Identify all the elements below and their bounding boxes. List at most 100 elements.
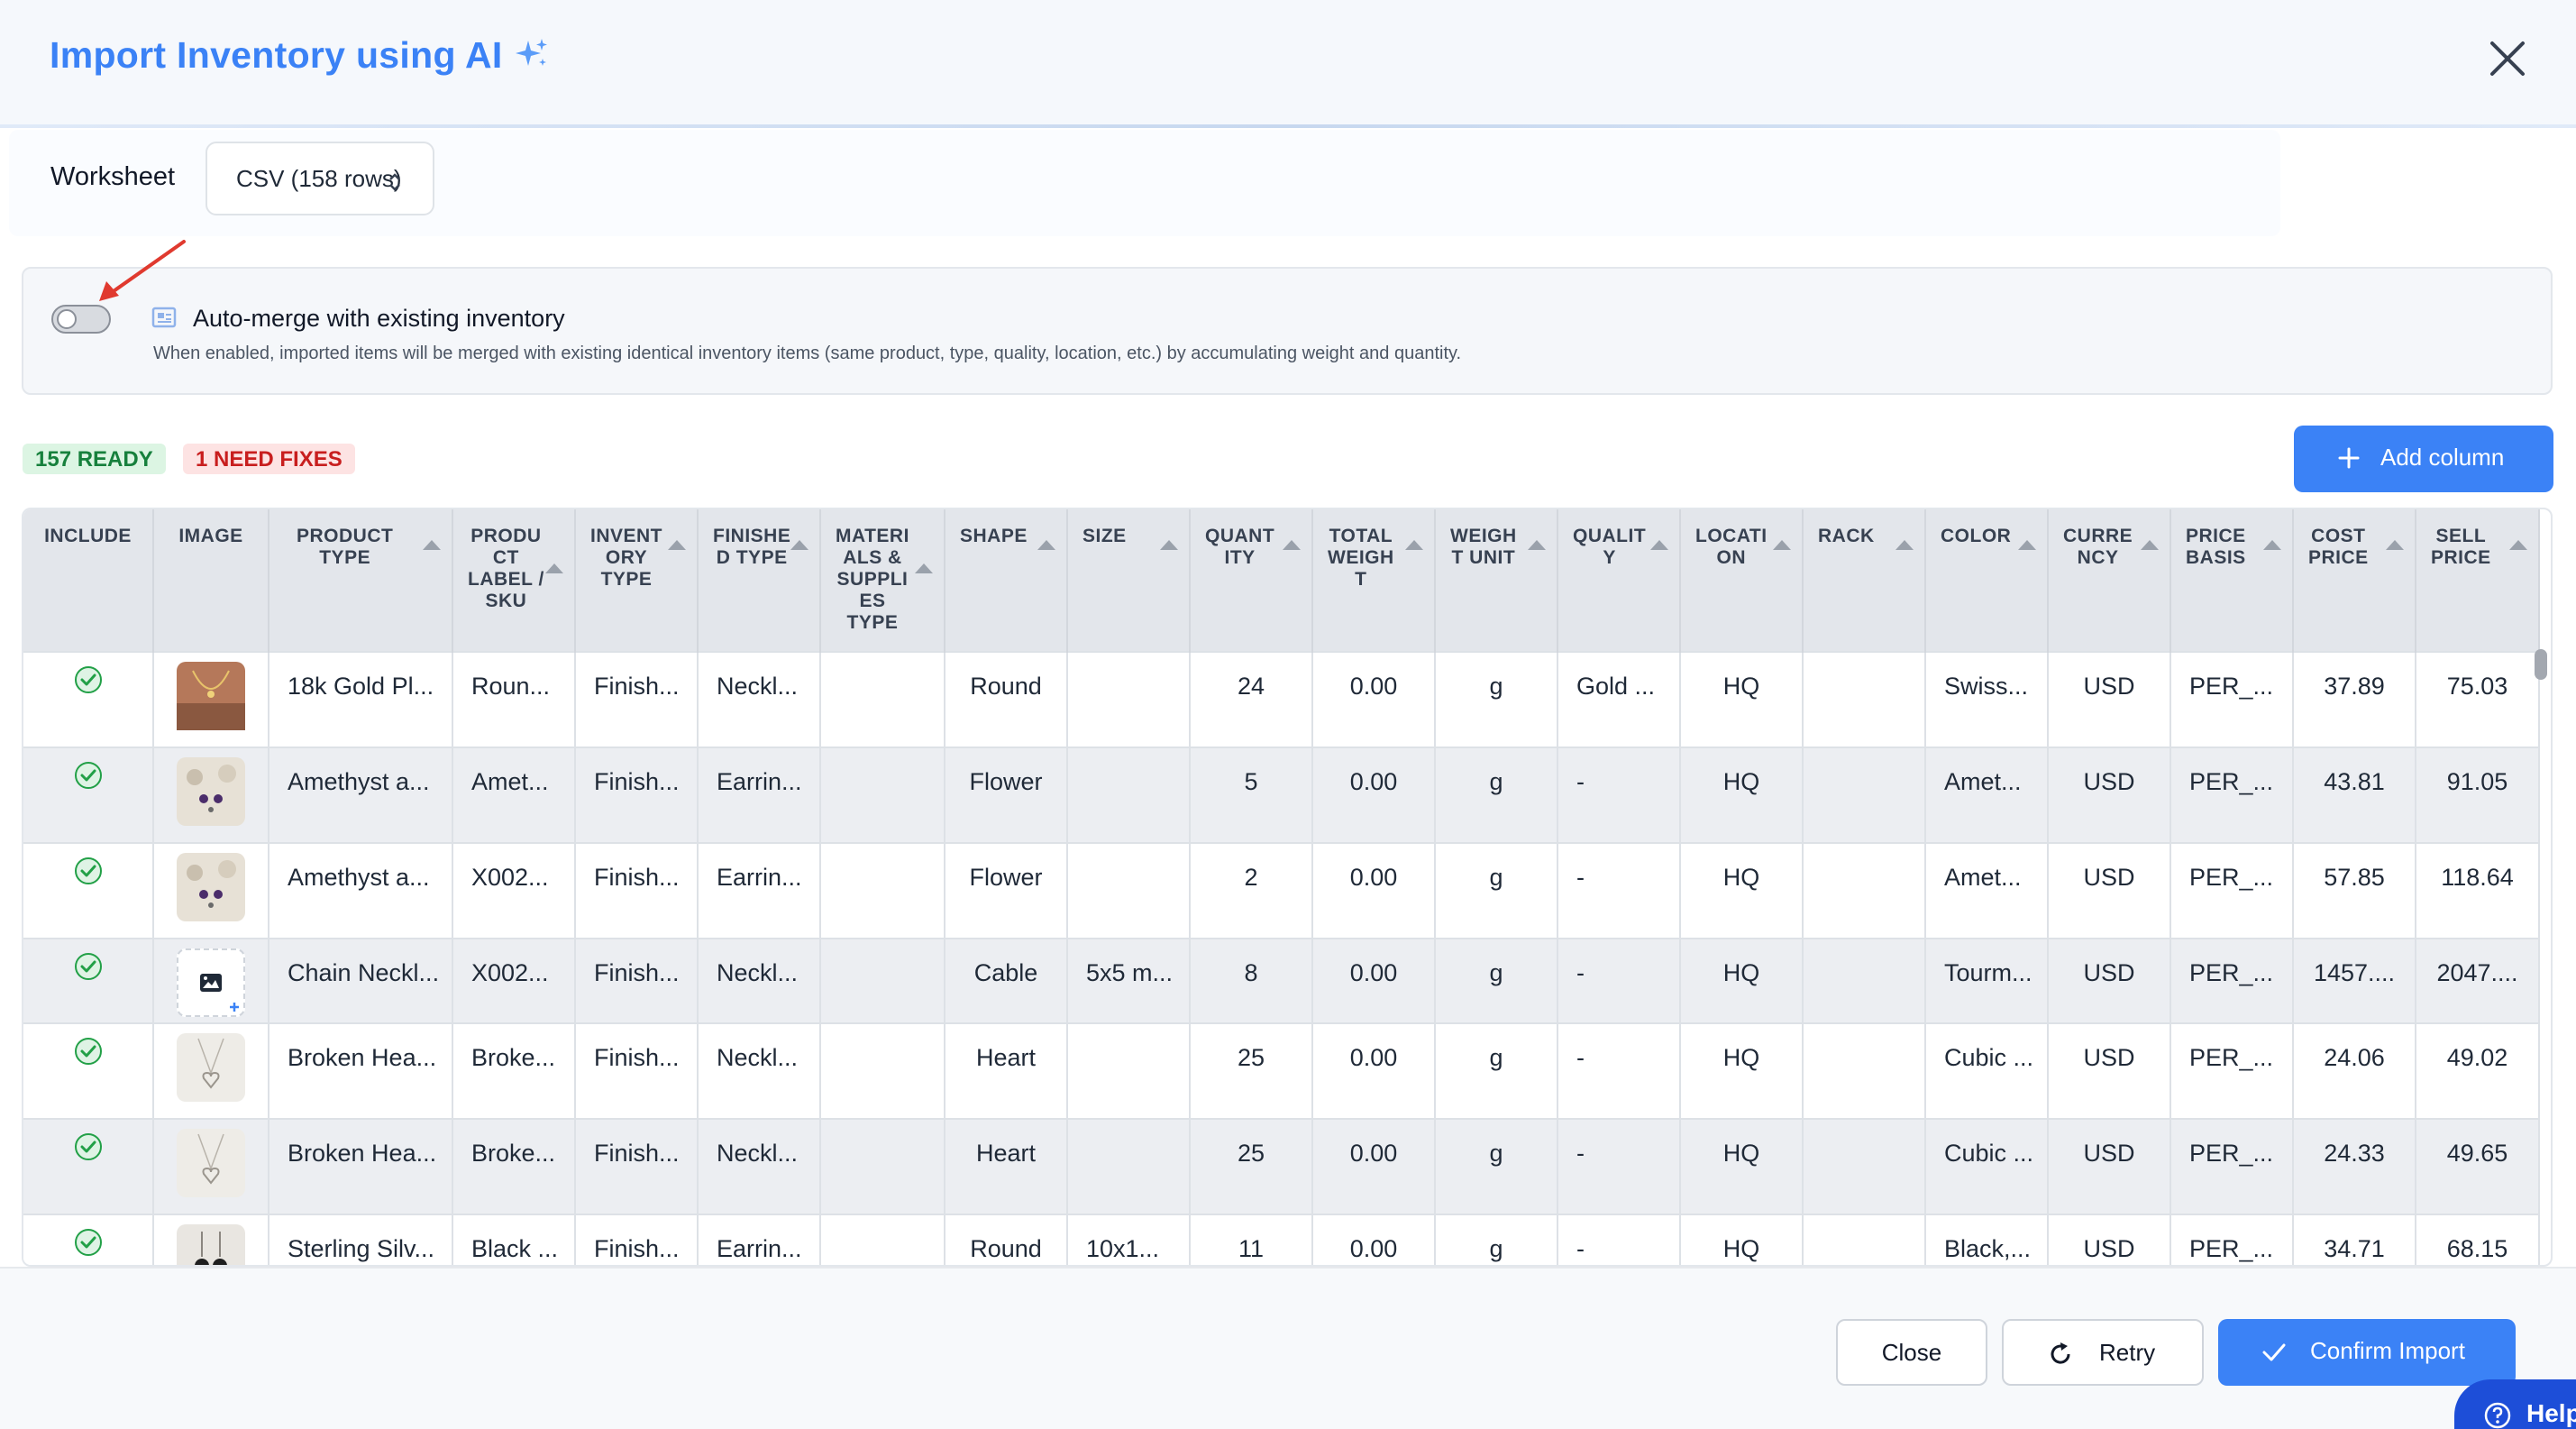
cell-total-weight[interactable]: 0.00 bbox=[1312, 938, 1436, 1023]
cell-finished-type[interactable]: Neckl... bbox=[698, 1118, 821, 1214]
cell-color[interactable]: Swiss... bbox=[1925, 651, 2049, 747]
cell-sku[interactable]: X002... bbox=[452, 938, 576, 1023]
column-header[interactable]: RACK bbox=[1803, 509, 1926, 652]
cell-size[interactable]: 10x1... bbox=[1067, 1214, 1191, 1265]
cell-quality[interactable]: - bbox=[1557, 747, 1681, 843]
image-cell[interactable] bbox=[153, 747, 269, 843]
sort-arrow-icon[interactable] bbox=[790, 540, 808, 550]
cell-materials[interactable] bbox=[820, 1022, 945, 1119]
table-row[interactable]: 18k Gold Pl... Roun... Finish... Neckl... Ro… bbox=[23, 651, 2540, 747]
cell-weight-unit[interactable]: g bbox=[1435, 1022, 1558, 1119]
cell-rack[interactable] bbox=[1803, 651, 1926, 747]
cell-size[interactable] bbox=[1067, 1118, 1191, 1214]
worksheet-select[interactable]: CSV (158 rows) bbox=[206, 142, 434, 215]
cell-finished-type[interactable]: Neckl... bbox=[698, 1022, 821, 1119]
cell-sku[interactable]: Black ... bbox=[452, 1214, 576, 1265]
cell-inventory-type[interactable]: Finish... bbox=[575, 1214, 699, 1265]
image-cell[interactable] bbox=[153, 1118, 269, 1214]
cell-weight-unit[interactable]: g bbox=[1435, 842, 1558, 939]
column-header[interactable]: PRICE BASIS bbox=[2170, 509, 2294, 652]
column-header[interactable]: SELL PRICE bbox=[2416, 509, 2540, 652]
cell-shape[interactable]: Flower bbox=[945, 747, 1068, 843]
sort-arrow-icon[interactable] bbox=[915, 563, 933, 573]
cell-cost-price[interactable]: 24.06 bbox=[2293, 1022, 2416, 1119]
cell-color[interactable]: Black,... bbox=[1925, 1214, 2049, 1265]
cell-cost-price[interactable]: 34.71 bbox=[2293, 1214, 2416, 1265]
image-cell[interactable] bbox=[153, 938, 269, 1023]
cell-color[interactable]: Cubic ... bbox=[1925, 1118, 2049, 1214]
cell-rack[interactable] bbox=[1803, 1214, 1926, 1265]
cell-quality[interactable]: Gold ... bbox=[1557, 651, 1681, 747]
table-row[interactable]: Amethyst a... Amet... Finish... Earrin... Fl… bbox=[23, 747, 2540, 843]
cell-currency[interactable]: USD bbox=[2048, 938, 2171, 1023]
column-header[interactable]: COST PRICE bbox=[2293, 509, 2416, 652]
cell-sku[interactable]: Amet... bbox=[452, 747, 576, 843]
cell-materials[interactable] bbox=[820, 1214, 945, 1265]
cell-quantity[interactable]: 25 bbox=[1190, 1118, 1313, 1214]
column-header[interactable]: PRODUCT TYPE bbox=[269, 509, 453, 652]
need-fixes-badge[interactable]: 1 NEED FIXES bbox=[183, 444, 355, 474]
cell-weight-unit[interactable]: g bbox=[1435, 938, 1558, 1023]
product-thumbnail[interactable] bbox=[177, 1224, 245, 1265]
cell-color[interactable]: Amet... bbox=[1925, 747, 2049, 843]
column-header[interactable]: SHAPE bbox=[945, 509, 1068, 652]
cell-quality[interactable]: - bbox=[1557, 1022, 1681, 1119]
image-cell[interactable] bbox=[153, 1214, 269, 1265]
cell-rack[interactable] bbox=[1803, 1118, 1926, 1214]
cell-product-type[interactable]: 18k Gold Pl... bbox=[269, 651, 453, 747]
cell-materials[interactable] bbox=[820, 747, 945, 843]
check-circle-icon[interactable] bbox=[74, 1037, 103, 1066]
sort-arrow-icon[interactable] bbox=[1037, 540, 1055, 550]
cell-location[interactable]: HQ bbox=[1680, 747, 1804, 843]
cell-finished-type[interactable]: Earrin... bbox=[698, 747, 821, 843]
include-cell[interactable] bbox=[23, 651, 154, 747]
column-header[interactable]: CURRE NCY bbox=[2048, 509, 2171, 652]
cell-location[interactable]: HQ bbox=[1680, 842, 1804, 939]
cell-weight-unit[interactable]: g bbox=[1435, 1118, 1558, 1214]
cell-size[interactable]: 5x5 m... bbox=[1067, 938, 1191, 1023]
check-circle-icon[interactable] bbox=[74, 856, 103, 885]
cell-inventory-type[interactable]: Finish... bbox=[575, 1118, 699, 1214]
cell-currency[interactable]: USD bbox=[2048, 842, 2171, 939]
sort-arrow-icon[interactable] bbox=[2509, 540, 2527, 550]
column-header[interactable]: INVENT ORY TYPE bbox=[575, 509, 699, 652]
sort-arrow-icon[interactable] bbox=[1405, 540, 1423, 550]
sort-arrow-icon[interactable] bbox=[1650, 540, 1668, 550]
cell-sell-price[interactable]: 75.03 bbox=[2416, 651, 2540, 747]
cell-price-basis[interactable]: PER_... bbox=[2170, 842, 2294, 939]
sort-arrow-icon[interactable] bbox=[668, 540, 686, 550]
cell-finished-type[interactable]: Neckl... bbox=[698, 938, 821, 1023]
column-header[interactable]: SIZE bbox=[1067, 509, 1191, 652]
sort-arrow-icon[interactable] bbox=[1895, 540, 1914, 550]
column-header[interactable]: LOCATI ON bbox=[1680, 509, 1804, 652]
product-thumbnail[interactable] bbox=[177, 757, 245, 826]
image-cell[interactable] bbox=[153, 842, 269, 939]
cell-sku[interactable]: Broke... bbox=[452, 1022, 576, 1119]
sort-arrow-icon[interactable] bbox=[1528, 540, 1546, 550]
cell-price-basis[interactable]: PER_... bbox=[2170, 1214, 2294, 1265]
cell-shape[interactable]: Cable bbox=[945, 938, 1068, 1023]
check-circle-icon[interactable] bbox=[74, 1228, 103, 1257]
table-row[interactable]: Broken Hea... Broke... Finish... Neckl... He… bbox=[23, 1022, 2540, 1119]
cell-inventory-type[interactable]: Finish... bbox=[575, 938, 699, 1023]
cell-sell-price[interactable]: 49.02 bbox=[2416, 1022, 2540, 1119]
cell-materials[interactable] bbox=[820, 651, 945, 747]
cell-sell-price[interactable]: 49.65 bbox=[2416, 1118, 2540, 1214]
cell-quantity[interactable]: 2 bbox=[1190, 842, 1313, 939]
include-cell[interactable] bbox=[23, 1118, 154, 1214]
close-button[interactable]: Close bbox=[1836, 1319, 1987, 1386]
product-thumbnail[interactable] bbox=[177, 1033, 245, 1102]
cell-quality[interactable]: - bbox=[1557, 842, 1681, 939]
cell-shape[interactable]: Round bbox=[945, 651, 1068, 747]
cell-color[interactable]: Amet... bbox=[1925, 842, 2049, 939]
include-cell[interactable] bbox=[23, 938, 154, 1023]
cell-inventory-type[interactable]: Finish... bbox=[575, 842, 699, 939]
sort-arrow-icon[interactable] bbox=[2263, 540, 2281, 550]
check-circle-icon[interactable] bbox=[74, 1132, 103, 1161]
image-cell[interactable] bbox=[153, 651, 269, 747]
cell-materials[interactable] bbox=[820, 938, 945, 1023]
cell-quantity[interactable]: 5 bbox=[1190, 747, 1313, 843]
cell-materials[interactable] bbox=[820, 842, 945, 939]
auto-merge-toggle[interactable] bbox=[51, 305, 111, 334]
sort-arrow-icon[interactable] bbox=[1160, 540, 1178, 550]
